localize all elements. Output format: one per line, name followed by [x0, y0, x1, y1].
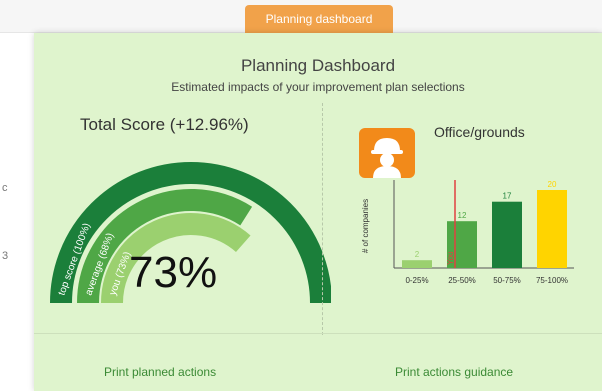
total-score-label: Total Score (+12.96%) — [80, 115, 249, 134]
x-tick-label: 50-75% — [493, 276, 521, 285]
worker-helmet-icon — [359, 128, 415, 178]
bar — [492, 201, 522, 268]
footer-divider — [34, 333, 602, 334]
background-text-fragment: 3 — [2, 250, 9, 262]
company-distribution-chart: # of companies 2 0-25% 12 25-50% You 17 50-75% 2… — [361, 180, 574, 285]
bar-value-label: 2 — [415, 250, 420, 259]
bar — [537, 190, 567, 268]
you-marker-label: You — [446, 252, 455, 266]
score-percent: 73% — [129, 248, 218, 297]
dashboard-panel: Planning Dashboard Estimated impacts of … — [34, 33, 602, 391]
x-tick-label: 0-25% — [405, 276, 428, 285]
bar-value-label: 20 — [548, 180, 557, 189]
dashboard-subtitle: Estimated impacts of your improvement pl… — [171, 80, 465, 94]
print-actions-guidance-button[interactable]: Print actions guidance — [395, 365, 513, 379]
section-divider — [322, 103, 323, 335]
x-tick-label: 25-50% — [448, 276, 476, 285]
bar — [402, 260, 432, 268]
bar-value-label: 17 — [503, 192, 512, 201]
print-planned-actions-button[interactable]: Print planned actions — [104, 365, 216, 379]
background-text-fragment: c — [2, 182, 8, 194]
category-label: Office/grounds — [434, 124, 525, 140]
planning-dashboard-tab[interactable]: Planning dashboard — [245, 5, 393, 33]
y-axis-label: # of companies — [361, 199, 370, 253]
dashboard-title: Planning Dashboard — [240, 56, 396, 75]
bar-value-label: 12 — [458, 211, 467, 220]
x-tick-label: 75-100% — [536, 276, 568, 285]
